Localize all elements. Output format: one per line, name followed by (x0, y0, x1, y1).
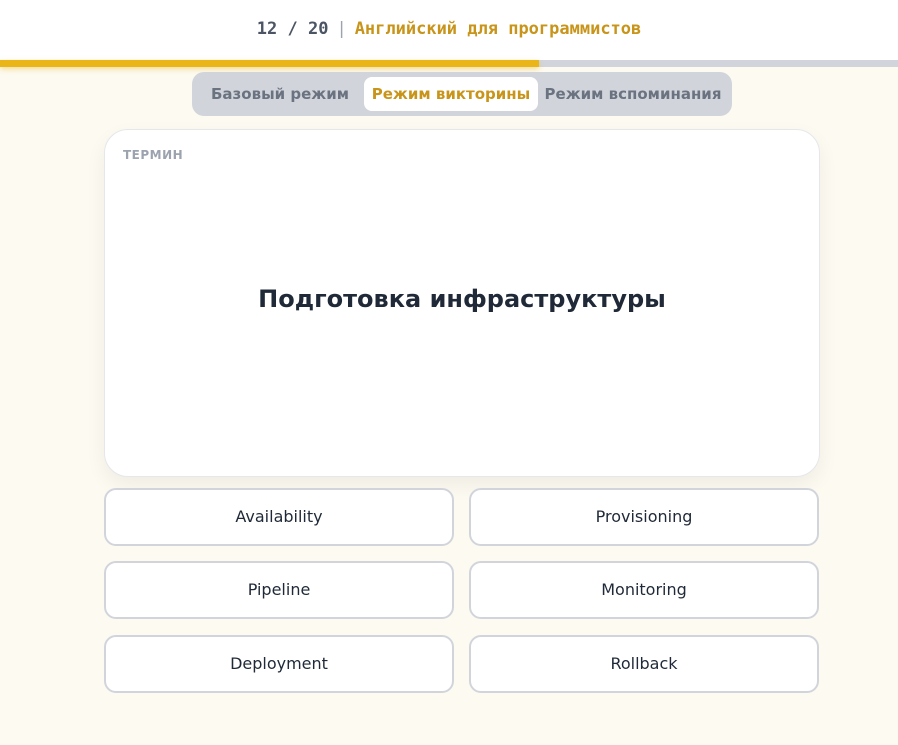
tab-quiz-mode[interactable]: Режим викторины (364, 77, 538, 111)
answer-option-monitoring[interactable]: Monitoring (469, 561, 819, 619)
card-term: Подготовка инфраструктуры (258, 285, 666, 313)
mode-switch: Базовый режим Режим викторины Режим вспо… (192, 72, 732, 116)
quiz-header: 12 / 20 | Английский для программистов (0, 19, 898, 39)
answer-option-deployment[interactable]: Deployment (104, 635, 454, 693)
progress-bar (0, 60, 898, 67)
progress-counter: 12 / 20 (256, 19, 329, 39)
answer-option-rollback[interactable]: Rollback (469, 635, 819, 693)
tab-recall-mode[interactable]: Режим вспоминания (540, 77, 726, 111)
answer-option-provisioning[interactable]: Provisioning (469, 488, 819, 546)
tab-basic-mode[interactable]: Базовый режим (198, 77, 362, 111)
answer-option-availability[interactable]: Availability (104, 488, 454, 546)
header-divider: | (336, 19, 347, 39)
deck-title: Английский для программистов (354, 19, 642, 39)
card-label: ТЕРМИН (123, 148, 184, 162)
term-card: ТЕРМИН Подготовка инфраструктуры (104, 129, 820, 477)
top-bar: 12 / 20 | Английский для программистов (0, 0, 898, 60)
answer-option-pipeline[interactable]: Pipeline (104, 561, 454, 619)
progress-bar-fill (0, 60, 539, 67)
